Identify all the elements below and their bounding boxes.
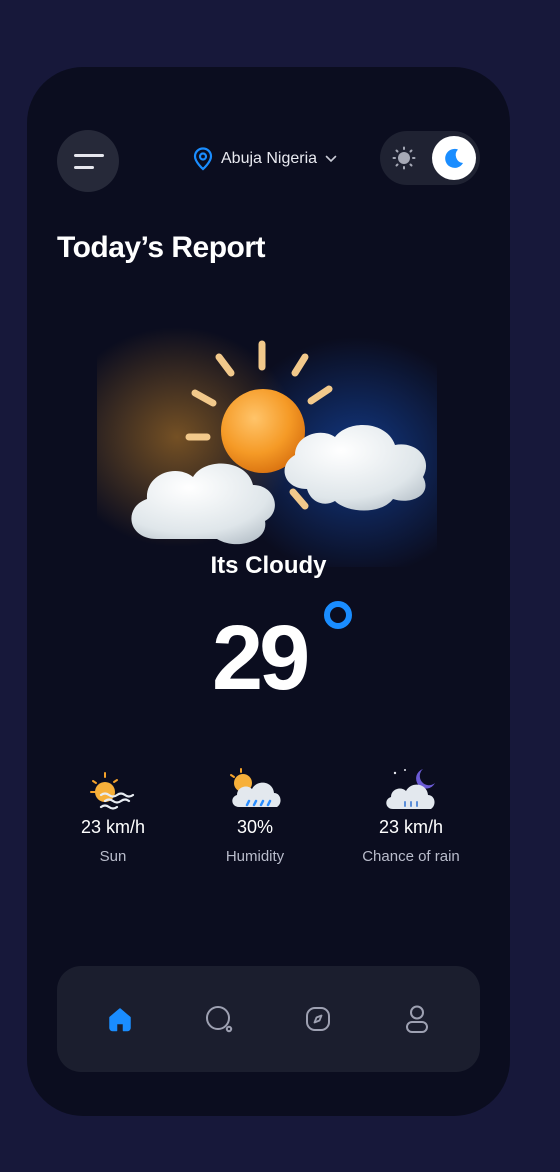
nav-search[interactable] xyxy=(195,995,243,1043)
stat-value: 23 km/h xyxy=(378,817,444,837)
weather-condition: Its Cloudy xyxy=(210,552,327,579)
sun-behind-clouds-icon xyxy=(97,327,437,567)
phone-screen: Abuja Nigeria Today’s Report Its Cloudy … xyxy=(27,67,510,1116)
stat-label: Chance of rain xyxy=(362,848,460,865)
degree-icon xyxy=(324,601,352,629)
theme-toggle[interactable] xyxy=(380,131,480,185)
stat-label: Humidity xyxy=(225,848,285,865)
light-mode-sun-icon xyxy=(392,146,416,170)
nav-profile[interactable] xyxy=(393,995,441,1043)
nav-home[interactable] xyxy=(96,995,144,1043)
nav-explore[interactable] xyxy=(294,995,342,1043)
sun-rain-cloud-icon xyxy=(230,768,281,807)
menu-line-short-icon xyxy=(74,165,94,169)
stat-humidity: 30% Humidity xyxy=(185,767,325,865)
location-pin-icon xyxy=(193,147,213,171)
profile-icon xyxy=(405,1005,428,1033)
bottom-navigation xyxy=(57,966,480,1072)
location-label: Abuja Nigeria xyxy=(221,150,318,167)
compass-icon xyxy=(305,1007,330,1031)
menu-line-icon xyxy=(74,153,104,157)
sun-wind-icon xyxy=(90,772,135,810)
menu-button[interactable] xyxy=(57,130,119,192)
stat-label: Sun xyxy=(99,848,127,865)
search-icon xyxy=(206,1006,233,1033)
stat-wind: 23 km/h Sun xyxy=(43,767,183,865)
chevron-down-icon xyxy=(325,155,337,163)
stat-rain-chance: 23 km/h Chance of rain xyxy=(341,767,481,865)
dark-mode-knob[interactable] xyxy=(432,136,476,180)
page-title: Today’s Report xyxy=(57,231,266,264)
location-selector[interactable]: Abuja Nigeria xyxy=(193,147,337,171)
moon-icon xyxy=(445,148,463,168)
home-icon xyxy=(109,1008,132,1032)
moon-rain-cloud-icon xyxy=(386,769,435,809)
stat-value: 30% xyxy=(236,817,274,837)
stat-value: 23 km/h xyxy=(80,817,146,837)
temperature-value: 29 xyxy=(212,607,310,709)
